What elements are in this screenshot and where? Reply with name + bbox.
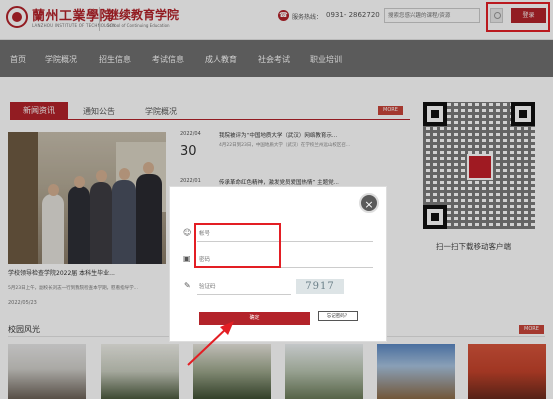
annotation-arrow — [187, 321, 234, 366]
lock-icon: ▣ — [183, 254, 191, 263]
user-icon: ☺ — [183, 228, 192, 237]
forgot-password-button[interactable]: 忘记密码？ — [318, 311, 358, 321]
close-icon[interactable]: × — [359, 193, 379, 213]
captcha-image[interactable]: 7917 — [296, 279, 344, 294]
annotation-highlight-fields — [194, 223, 281, 268]
pencil-icon: ✎ — [184, 281, 191, 290]
captcha-field[interactable] — [197, 280, 291, 295]
